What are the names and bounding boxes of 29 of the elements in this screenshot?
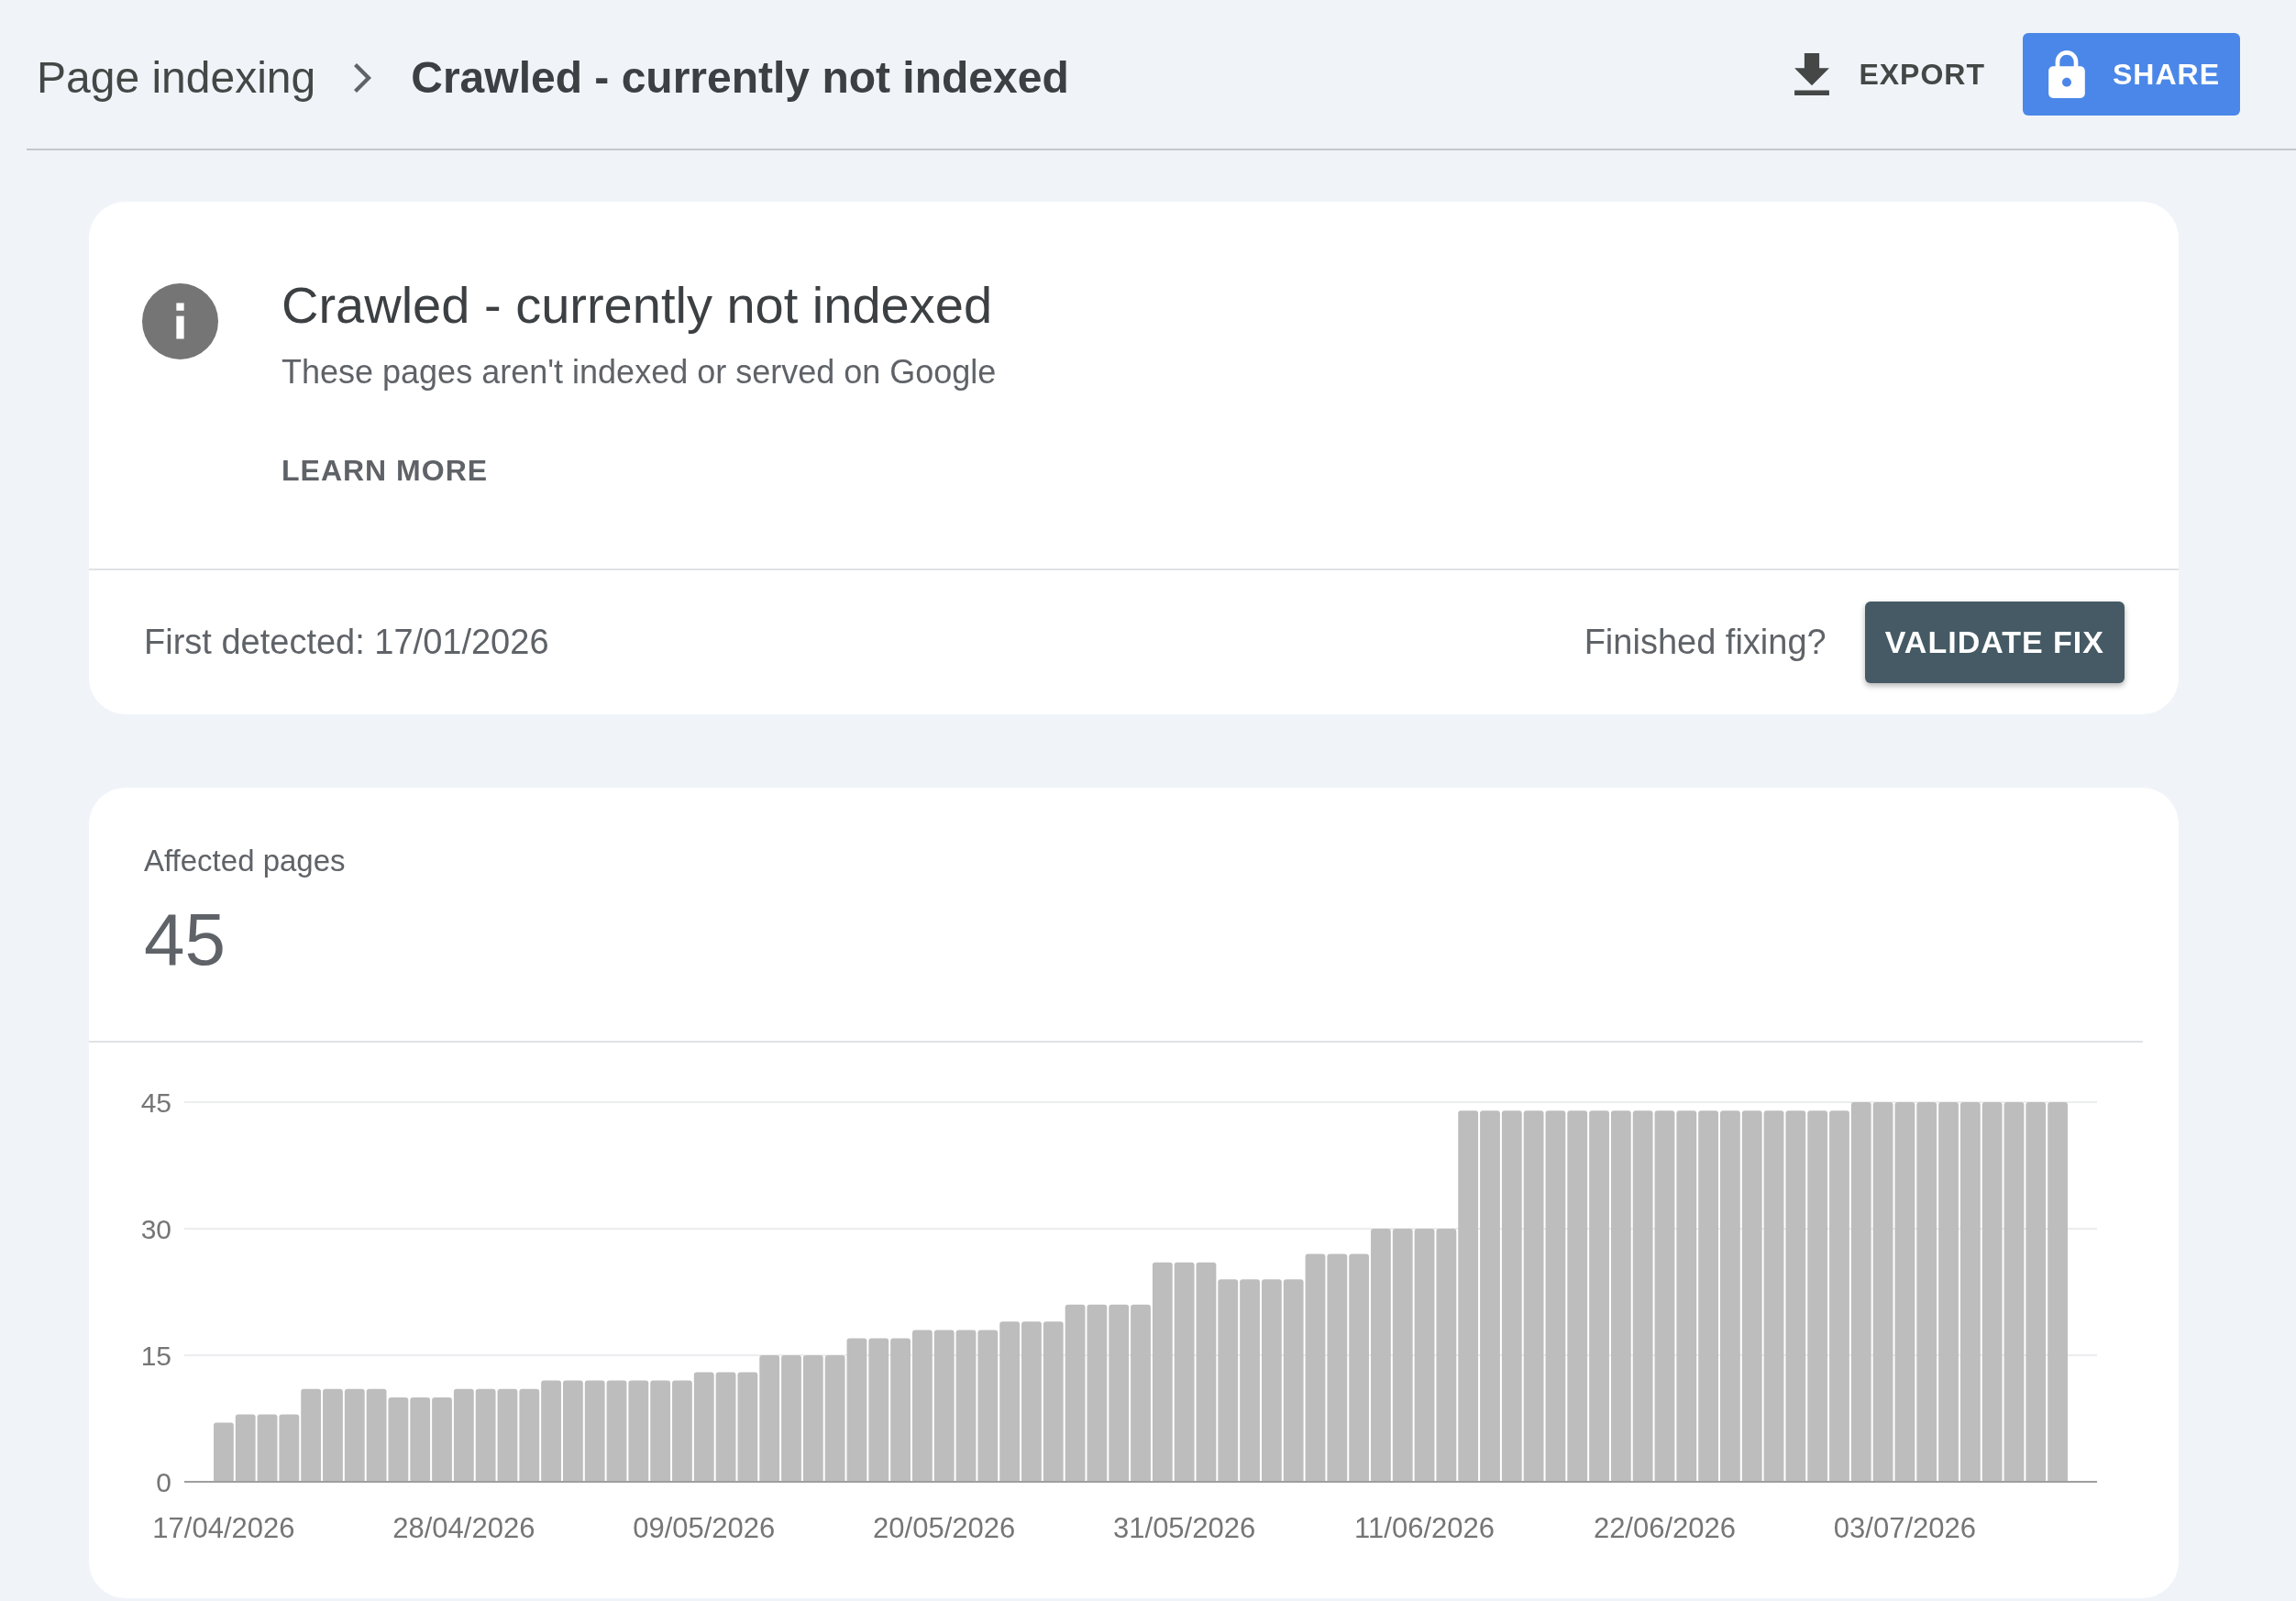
x-axis-label: 28/04/2026	[392, 1511, 535, 1544]
lock-icon	[2048, 50, 2085, 98]
x-axis-label: 09/05/2026	[633, 1511, 776, 1544]
affected-pages-count: 45	[144, 899, 226, 981]
x-axis-label: 17/04/2026	[152, 1511, 295, 1544]
breadcrumb-link[interactable]: Page indexing	[37, 50, 316, 105]
download-icon	[1794, 53, 1830, 95]
finished-fixing-text: Finished fixing?	[1584, 622, 1827, 663]
y-axis-label: 45	[140, 1087, 171, 1118]
x-axis-label: 31/05/2026	[1113, 1511, 1256, 1544]
export-button[interactable]: EXPORT	[1794, 33, 1985, 116]
issue-description: These pages aren't indexed or served on Google	[281, 352, 997, 392]
affected-pages-label: Affected pages	[144, 843, 346, 879]
x-axis-label: 11/06/2026	[1354, 1511, 1495, 1544]
chevron-right-icon	[354, 63, 373, 93]
y-axis-label: 0	[156, 1466, 171, 1497]
y-axis-label: 30	[140, 1213, 171, 1244]
validate-fix-button[interactable]: VALIDATE FIX	[1864, 602, 2125, 683]
learn-more-link[interactable]: LEARN MORE	[281, 452, 489, 489]
info-icon	[142, 283, 218, 359]
x-axis-label: 20/05/2026	[873, 1511, 1016, 1544]
breadcrumb-current: Crawled - currently not indexed	[411, 52, 1069, 104]
x-axis-label: 22/06/2026	[1593, 1511, 1737, 1544]
chart-bar	[214, 1422, 234, 1482]
x-axis-label: 03/07/2026	[1833, 1511, 1976, 1544]
issue-title: Crawled - currently not indexed	[281, 275, 993, 336]
share-button[interactable]: SHARE	[2023, 33, 2240, 116]
y-axis-label: 15	[140, 1340, 171, 1371]
first-detected-text: First detected: 17/01/2026	[144, 622, 549, 663]
